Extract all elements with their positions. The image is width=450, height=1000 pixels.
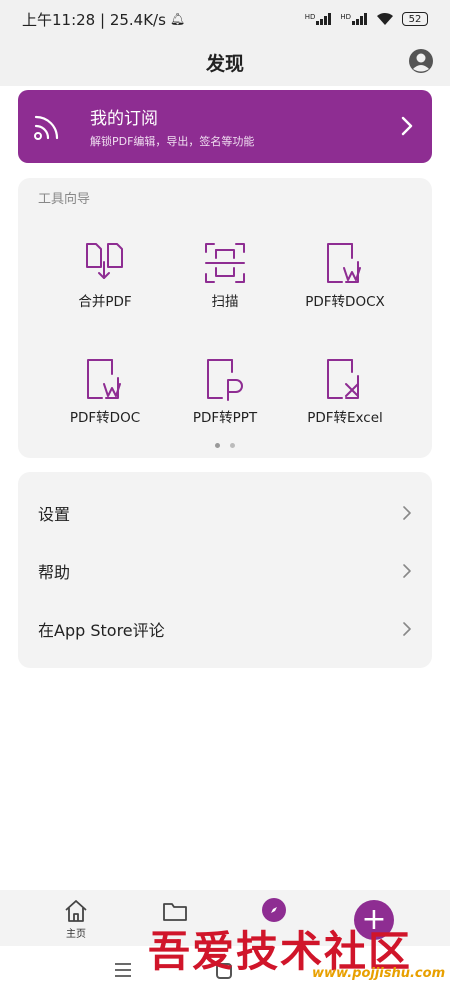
help-row[interactable]: 帮助 [18, 542, 432, 600]
watermark-url: www.pojjishu.com [312, 966, 446, 981]
tool-scan[interactable]: 扫描 [165, 240, 285, 320]
app-header: 发现 [0, 38, 450, 86]
subscription-title: 我的订阅 [90, 109, 158, 129]
pdf-to-excel-icon [327, 359, 359, 399]
page-dot[interactable] [215, 443, 220, 448]
subscription-description: 解锁PDF编辑，导出，签名等功能 [90, 135, 255, 148]
rss-feed-icon [34, 115, 59, 140]
home-icon [65, 900, 87, 922]
help-label: 帮助 [38, 563, 71, 582]
tool-label: 合并PDF [78, 294, 132, 310]
tool-pdf-to-docx[interactable]: PDF转DOCX [285, 240, 405, 320]
signal-strength-icon-1: HD [305, 13, 333, 25]
tool-pdf-to-doc[interactable]: PDF转DOC [45, 356, 165, 436]
chevron-right-icon [403, 564, 411, 578]
settings-row[interactable]: 设置 [18, 484, 432, 542]
compass-icon [271, 907, 277, 913]
page-dot[interactable] [230, 443, 235, 448]
tool-label: PDF转DOC [69, 410, 141, 426]
tool-guide-heading: 工具向导 [38, 192, 91, 207]
tool-guide-card: 工具向导 合并PDF 扫描 PDF转DOCX PDF转DOC PDF转PPT P… [18, 178, 432, 458]
tool-merge-pdf[interactable]: 合并PDF [45, 240, 165, 320]
pdf-to-doc-icon [87, 359, 121, 399]
tool-label: PDF转DOCX [305, 294, 385, 310]
pdf-to-ppt-icon [207, 359, 243, 401]
scan-icon [205, 243, 245, 283]
subscription-banner[interactable]: 我的订阅 解锁PDF编辑，导出，签名等功能 [18, 90, 432, 163]
tool-label: 扫描 [211, 294, 239, 310]
tool-pdf-to-ppt[interactable]: PDF转PPT [165, 356, 285, 436]
chevron-right-icon [403, 622, 411, 636]
page-title: 发现 [205, 52, 244, 75]
page-indicator [18, 443, 432, 448]
alarm-bell-icon: 🔔︎ [169, 12, 186, 26]
nav-home[interactable]: 主页 [46, 898, 106, 940]
user-account-icon[interactable] [408, 48, 434, 74]
status-bar: 上午11:28 | 25.4K/s 🔔︎ HD HD 52 [0, 0, 450, 38]
status-time-speed: 上午11:28 | 25.4K/s [22, 10, 166, 29]
merge-pdf-icon [86, 243, 123, 279]
settings-list: 设置 帮助 在App Store评论 [18, 472, 432, 668]
tool-label: PDF转Excel [307, 410, 383, 426]
nav-home-label: 主页 [66, 929, 86, 940]
chevron-right-icon [403, 506, 411, 520]
wifi-icon [377, 12, 393, 25]
battery-icon: 52 [402, 12, 428, 26]
app-store-review-row[interactable]: 在App Store评论 [18, 600, 432, 658]
pdf-to-docx-icon [327, 243, 361, 283]
settings-label: 设置 [38, 505, 71, 524]
tool-label: PDF转PPT [192, 410, 258, 426]
chevron-right-icon [401, 116, 413, 136]
recent-apps-icon[interactable] [114, 962, 132, 978]
app-store-review-label: 在App Store评论 [38, 621, 165, 640]
signal-strength-icon-2: HD [340, 13, 368, 25]
tool-pdf-to-excel[interactable]: PDF转Excel [285, 356, 405, 436]
